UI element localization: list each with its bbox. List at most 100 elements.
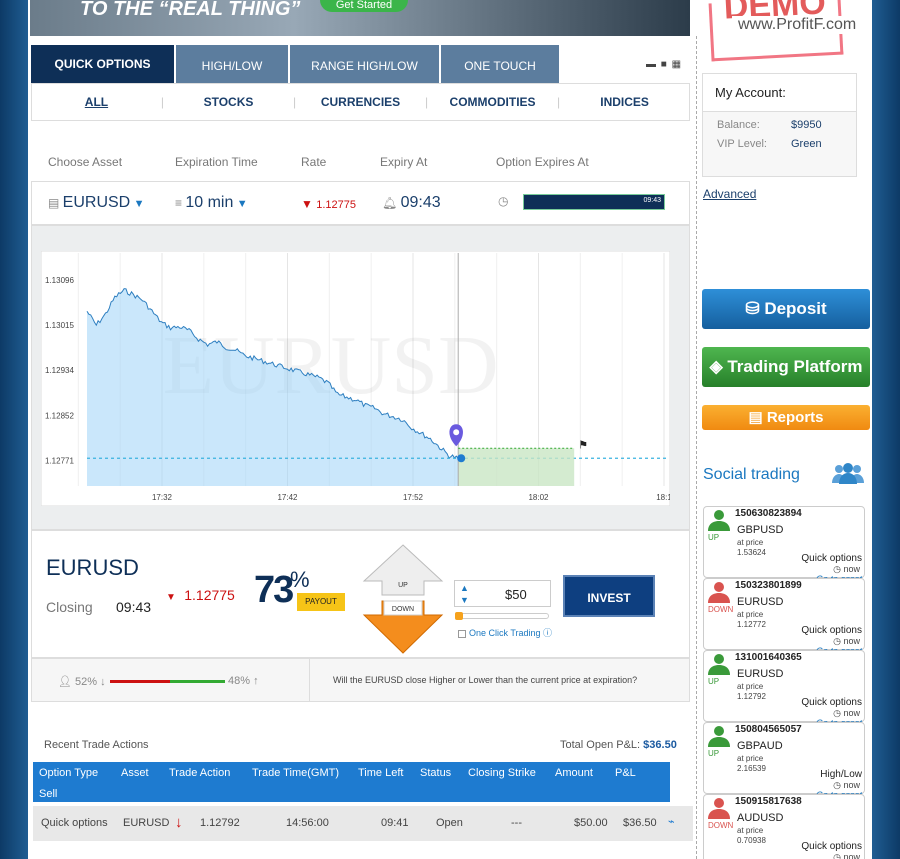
- social-trading-title: Social trading: [703, 466, 800, 483]
- checkbox[interactable]: [458, 629, 466, 638]
- feed-time-value: now: [843, 564, 860, 574]
- down-arrow-button[interactable]: DOWN: [362, 600, 444, 654]
- rate-display: ▼ 1.12775: [301, 197, 356, 211]
- one-click-trading-toggle[interactable]: One Click Trading ⓘ: [458, 626, 552, 639]
- feed-time-value: now: [843, 636, 860, 646]
- balance-label: Balance:: [717, 119, 760, 131]
- deposit-label: Deposit: [764, 299, 827, 318]
- feed-symbol: GBPAUD: [737, 740, 783, 752]
- col-sell: Sell: [39, 788, 58, 800]
- y-tick-label: 1.12934: [45, 366, 74, 375]
- hdr-option-expires-at: Option Expires At: [496, 155, 589, 169]
- feed-symbol: GBPUSD: [737, 524, 784, 536]
- trade-rate: ▼ 1.12775: [166, 587, 235, 603]
- payout-badge: PAYOUT: [297, 593, 345, 611]
- tab-one-touch[interactable]: One Touch: [441, 45, 559, 83]
- expiry-progress-bar: 09:43: [523, 194, 665, 210]
- price-chart[interactable]: EURUSD⚑1.130961.130151.129341.128521.127…: [41, 251, 670, 506]
- asset-selector-row: ▤ EURUSD ▼ ≡ 10 min ▼ ▼ 1.12775 🔔︎ 09:43…: [31, 181, 690, 225]
- cat-commodities[interactable]: COMMODITIES: [428, 95, 557, 109]
- x-tick-label: 18:02: [528, 493, 549, 502]
- down-triangle-icon: ▼: [301, 197, 317, 211]
- invest-button[interactable]: INVEST: [563, 575, 655, 617]
- col-asset: Asset: [121, 767, 149, 779]
- col-time-left: Time Left: [358, 767, 404, 779]
- cell-status: Open: [436, 817, 463, 829]
- increment-icon[interactable]: ▲: [460, 583, 469, 593]
- chevron-down-icon: ▼: [133, 198, 145, 210]
- feed-symbol: EURUSD: [737, 668, 784, 680]
- account-box: My Account: Balance: $9950 VIP Level: Gree…: [702, 73, 857, 177]
- trader-avatar-icon: [708, 798, 730, 819]
- cat-currencies[interactable]: CURRENCIES: [296, 95, 425, 109]
- info-icon[interactable]: ⓘ: [543, 628, 552, 638]
- social-feed-item[interactable]: DOWN 150915817638 AUDUSD at price 0.70938 Qui…: [703, 794, 865, 859]
- hdr-expiration-time: Expiration Time: [175, 155, 258, 169]
- sentiment-down: 48% ↑: [228, 675, 259, 687]
- feed-price: 1.12772: [737, 620, 766, 629]
- clock-icon: ◷: [833, 708, 844, 718]
- y-tick-label: 1.12771: [45, 456, 74, 465]
- deposit-button[interactable]: ⛁ Deposit: [702, 289, 870, 329]
- direction-label: DOWN: [708, 821, 734, 830]
- sentiment-question: Will the EURUSD close Higher or Lower th…: [333, 675, 638, 685]
- promo-banner[interactable]: TO THE “REAL THING” Get Started: [30, 0, 690, 36]
- hdr-expiry-at: Expiry At: [380, 155, 428, 169]
- col-trade-action: Trade Action: [169, 767, 231, 779]
- amount-slider[interactable]: [455, 612, 549, 620]
- social-feed-item[interactable]: DOWN 150323801899 EURUSD at price 1.12772 Qui…: [703, 578, 865, 656]
- get-started-button[interactable]: Get Started: [320, 0, 408, 12]
- x-tick-label: 17:52: [403, 493, 424, 502]
- y-tick-label: 1.13015: [45, 321, 74, 330]
- col-trade-time: Trade Time(GMT): [252, 767, 339, 779]
- trading-platform-button[interactable]: ◈ Trading Platform: [702, 347, 870, 387]
- cat-stocks[interactable]: STOCKS: [164, 95, 293, 109]
- trader-avatar-icon: [708, 582, 730, 603]
- sentiment-fill-up: [169, 680, 225, 683]
- up-arrow-button[interactable]: UP: [362, 544, 444, 596]
- social-feed-item[interactable]: UP 150804565057 GBPAUD at price 2.16539 High/…: [703, 722, 865, 800]
- down-triangle-icon: ▼: [166, 592, 185, 603]
- social-feed-item[interactable]: UP 150630823894 GBPUSD at price 1.53624 Quick…: [703, 506, 865, 584]
- banner-text: TO THE “REAL THING”: [80, 0, 301, 20]
- trader-avatar-icon: [708, 510, 730, 531]
- decrement-icon[interactable]: ▼: [460, 595, 469, 605]
- x-tick-label: 17:32: [152, 493, 173, 502]
- cell-amount: $50.00: [574, 817, 608, 829]
- col-option-type: Option Type: [39, 767, 99, 779]
- clock-icon: ◷: [498, 194, 509, 208]
- balance-value: $9950: [791, 119, 822, 131]
- cell-asset: EURUSD: [123, 817, 170, 829]
- cat-indices[interactable]: INDICES: [560, 95, 689, 109]
- tab-quick-options[interactable]: Quick Options: [31, 45, 174, 83]
- advanced-link[interactable]: Advanced: [703, 187, 756, 201]
- feed-option-type: Quick options: [801, 625, 862, 636]
- cell-closing: ---: [511, 817, 522, 829]
- amount-stepper[interactable]: ▲ ▼ $50: [454, 580, 551, 607]
- progress-label: 09:43: [643, 197, 661, 204]
- feed-symbol: EURUSD: [737, 596, 784, 608]
- cell-pnl: $36.50: [623, 817, 657, 829]
- bell-icon: 🔔︎: [382, 196, 401, 210]
- position-pin-icon-dot: [453, 429, 460, 436]
- cat-all[interactable]: ALL: [32, 95, 161, 109]
- rate-value: 1.12775: [316, 199, 356, 211]
- table-row[interactable]: Quick options EURUSD ↓ 1.12792 14:56:00 …: [33, 806, 693, 841]
- reports-button[interactable]: ▤ Reports: [702, 405, 870, 430]
- expiration-dropdown[interactable]: ≡ 10 min ▼: [175, 194, 248, 212]
- tab-high-low[interactable]: High/Low: [176, 45, 288, 83]
- social-feed: UP 150630823894 GBPUSD at price 1.53624 Quick…: [703, 506, 865, 859]
- view-toggle-icon[interactable]: ▬ ■ ▦: [646, 59, 682, 70]
- social-feed-item[interactable]: UP 131001640365 EURUSD at price 1.12792 Quick…: [703, 650, 865, 728]
- tab-range-high-low[interactable]: Range High/Low: [290, 45, 439, 83]
- trader-id: 131001640365: [735, 652, 802, 663]
- asset-category-bar: ALL | STOCKS | CURRENCIES | COMMODITIES | IN…: [31, 83, 690, 121]
- col-status: Status: [420, 767, 452, 779]
- slider-handle[interactable]: [455, 612, 463, 620]
- users-group-icon: [832, 463, 864, 484]
- document-icon: ▤: [748, 409, 767, 426]
- list-icon: ▤: [48, 196, 63, 210]
- clock-icon: ◷: [833, 636, 844, 646]
- option-type-tabs: Quick Options High/Low Range High/Low On…: [31, 45, 561, 83]
- asset-dropdown[interactable]: ▤ EURUSD ▼: [48, 194, 144, 212]
